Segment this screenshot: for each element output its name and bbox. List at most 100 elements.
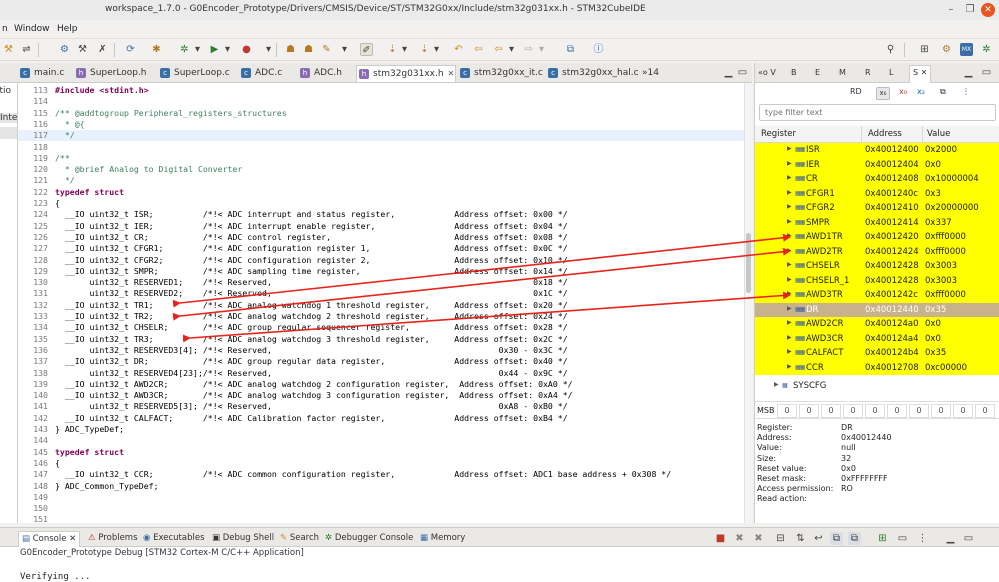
column-address[interactable]: Address xyxy=(868,129,902,139)
column-separator[interactable] xyxy=(861,126,862,143)
bit-cell[interactable]: 0 xyxy=(821,404,841,418)
chevron-down-icon[interactable]: ▾ xyxy=(221,43,234,56)
expand-icon[interactable]: ▶ xyxy=(787,189,792,196)
bit-cell[interactable]: 0 xyxy=(953,404,973,418)
rd-button[interactable]: RD xyxy=(850,87,862,96)
expand-icon[interactable]: ▶ xyxy=(787,203,792,210)
binary-format-button[interactable]: x₂ xyxy=(917,87,925,96)
tab-memory[interactable]: ▦ Memory xyxy=(420,531,465,547)
tab-stm32g0xx-it-c[interactable]: c stm32g0xx_it.c xyxy=(458,65,543,82)
chevron-down-icon[interactable]: ▾ xyxy=(505,43,518,56)
bit-cell[interactable]: 0 xyxy=(931,404,951,418)
tab-stm32g0xx-hal-c[interactable]: c stm32g0xx_hal.c xyxy=(546,65,639,82)
register-row[interactable]: ▶ ▦▦ CALFACT 0x400124b4 0x35 xyxy=(755,346,999,361)
mx-perspective-icon[interactable]: MX xyxy=(960,43,973,56)
code-line[interactable]: 132 __IO uint32_t TR1; /*!< ADC analog w… xyxy=(18,300,752,311)
refresh-icon[interactable]: ⟳ xyxy=(124,43,137,56)
tab-sfrs[interactable]: S ✕ xyxy=(909,65,932,83)
code-line[interactable]: 143} ADC_TypeDef; xyxy=(18,424,752,435)
expand-icon[interactable]: ▶ xyxy=(787,305,792,312)
register-row[interactable]: ▶ ▦▦ AWD1TR 0x40012420 0xfff0000 xyxy=(755,230,999,245)
scroll-lock-icon[interactable]: ⇅ xyxy=(794,532,807,545)
code-line[interactable]: 131 uint32_t RESERVED2; /*!< Reserved, 0… xyxy=(18,288,752,299)
view-menu-icon[interactable]: ⋮ xyxy=(916,532,929,545)
code-line[interactable]: 119 /** xyxy=(18,153,752,164)
menu-help[interactable]: Help xyxy=(57,24,78,34)
tab-modules[interactable]: M xyxy=(839,68,846,77)
bit-cell[interactable]: 0 xyxy=(799,404,819,418)
remove-all-icon[interactable]: ✖ xyxy=(752,532,765,545)
column-separator[interactable] xyxy=(922,126,923,143)
close-tab-icon[interactable]: ✕ xyxy=(448,69,455,78)
code-line[interactable]: 128 __IO uint32_t CFGR2; /*!< ADC config… xyxy=(18,255,752,266)
code-line[interactable]: 147 __IO uint32_t CCR; /*!< ADC common c… xyxy=(18,469,752,480)
pin-icon[interactable]: ✎ xyxy=(320,43,333,56)
cpp-perspective-icon[interactable]: ⚙ xyxy=(940,43,953,56)
code-line[interactable]: 148} ADC_Common_TypeDef; xyxy=(18,481,752,492)
code-line[interactable]: 129 __IO uint32_t SMPR; /*!< ADC samplin… xyxy=(18,266,752,277)
code-line[interactable]: 146 { xyxy=(18,458,752,469)
maximize-icon[interactable]: ▭ xyxy=(962,532,975,545)
register-row[interactable]: ▶ ▦▦ CHSELR_1 0x40012428 0x3003 xyxy=(755,273,999,288)
expand-icon[interactable]: ▶ xyxy=(787,145,792,152)
editor-scrollbar[interactable] xyxy=(744,83,752,523)
code-line[interactable]: 126 __IO uint32_t CR; /*!< ADC control r… xyxy=(18,232,752,243)
perspective-icon[interactable]: ⊞ xyxy=(918,43,931,56)
register-row[interactable]: ▶ ▦▦ CR 0x40012408 0x10000004 xyxy=(755,172,999,187)
code-line[interactable]: 138 uint32_t RESERVED4[23];/*!< Reserved… xyxy=(18,368,752,379)
display-console-icon[interactable]: ⧉ xyxy=(848,532,861,545)
hex-format-button[interactable]: x₆ xyxy=(876,87,890,100)
code-line[interactable]: 122 typedef struct xyxy=(18,187,752,198)
code-line[interactable]: 150 xyxy=(18,503,752,514)
code-line[interactable]: 144 xyxy=(18,435,752,446)
bit-cell[interactable]: 0 xyxy=(843,404,863,418)
tab-debug-shell[interactable]: ▣ Debug Shell xyxy=(212,531,274,547)
chevron-down-icon[interactable]: ▾ xyxy=(338,43,351,56)
chevron-down-icon[interactable]: ▾ xyxy=(262,43,275,56)
maximize-icon[interactable]: ▭ xyxy=(980,66,993,79)
tab-superloop-h[interactable]: h SuperLoop.h xyxy=(74,65,147,82)
tab-expressions[interactable]: E xyxy=(815,68,820,77)
code-line[interactable]: 135 __IO uint32_t TR3; /*!< ADC analog w… xyxy=(18,334,752,345)
bit-cell[interactable]: 0 xyxy=(777,404,797,418)
tab-console[interactable]: ▤ Console ✕ xyxy=(18,531,81,547)
clean-icon[interactable]: ✗ xyxy=(96,43,109,56)
close-icon[interactable]: ✕ xyxy=(981,3,995,17)
expand-icon[interactable]: ▶ xyxy=(787,174,792,181)
expand-icon[interactable]: ▶ xyxy=(787,247,792,254)
code-line[interactable]: 120 * @brief Analog to Digital Converter xyxy=(18,164,752,175)
tab-adc-c[interactable]: c ADC.c xyxy=(239,65,282,82)
code-line[interactable]: 151 xyxy=(18,514,752,523)
register-row[interactable]: ▶ ▦▦ DR 0x40012440 0x35 xyxy=(755,302,999,317)
minimize-icon[interactable]: ▁ xyxy=(722,66,735,79)
remove-launch-icon[interactable]: ✖ xyxy=(733,532,746,545)
code-line[interactable]: 125 __IO uint32_t IER; /*!< ADC interrup… xyxy=(18,221,752,232)
code-line[interactable]: 142 __IO uint32_t CALFACT; /*!< ADC Cali… xyxy=(18,413,752,424)
expand-icon[interactable]: ▶ xyxy=(787,290,792,297)
open-type-icon[interactable]: ☗ xyxy=(284,43,297,56)
chevron-down-icon[interactable]: ▾ xyxy=(398,43,411,56)
column-value[interactable]: Value xyxy=(927,129,950,139)
register-row[interactable]: ▶ ▦▦ CHSELR 0x40012428 0x3003 xyxy=(755,259,999,274)
register-row[interactable]: ▶ ▦▦ AWD3TR 0x4001242c 0xfff0000 xyxy=(755,288,999,303)
register-row[interactable]: ▶ ▦▦ CFGR2 0x40012410 0x20000000 xyxy=(755,201,999,216)
expand-icon[interactable]: ▶ xyxy=(787,334,792,341)
code-line[interactable]: 139 __IO uint32_t AWD2CR; /*!< ADC analo… xyxy=(18,379,752,390)
code-line[interactable]: 124 __IO uint32_t ISR; /*!< ADC interrup… xyxy=(18,209,752,220)
debug-icon[interactable]: ✲ xyxy=(178,43,191,56)
back-history-icon[interactable]: ⇦ xyxy=(472,43,485,56)
left-panel-text[interactable]: Inte xyxy=(0,113,17,123)
bit-cell[interactable]: 0 xyxy=(865,404,885,418)
code-editor[interactable]: 113 #include <stdint.h> 114 115 /** @addtogr… xyxy=(18,83,752,523)
build-icon[interactable]: ⚒ xyxy=(76,43,89,56)
search-icon[interactable]: ⚲ xyxy=(884,43,897,56)
maximize-icon[interactable]: ▭ xyxy=(736,66,749,79)
forward-icon[interactable]: ⇨ xyxy=(522,43,535,56)
tab-stm32g031xx-h[interactable]: h stm32g031xx.h ✕ xyxy=(356,65,456,82)
register-row[interactable]: ▶ ▦▦ CCR 0x40012708 0xc00000 xyxy=(755,360,999,375)
expand-icon[interactable]: ▶ xyxy=(787,218,792,225)
expand-icon[interactable]: ▶ xyxy=(787,276,792,283)
expand-icon[interactable]: ▶ xyxy=(774,381,779,388)
navigate-icon[interactable]: ⇌ xyxy=(20,43,33,56)
tab-adc-h[interactable]: h ADC.h xyxy=(298,65,342,82)
